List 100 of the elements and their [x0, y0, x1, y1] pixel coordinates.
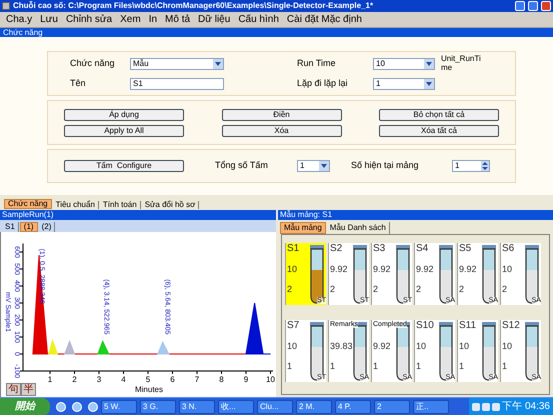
tab[interactable]: Chức năng [4, 199, 52, 209]
tube-value: 10 [287, 265, 298, 274]
tube-value: 10 [287, 342, 298, 351]
tube-count: 1 [287, 362, 292, 371]
tube-label: S11 [459, 321, 476, 331]
minimize-icon[interactable] [515, 1, 525, 11]
menu-item[interactable]: Xem [120, 14, 141, 24]
tube-count: 2 [416, 285, 422, 294]
field-label: Lặp đi lặp lại [297, 77, 349, 90]
repeat-select[interactable]: 1 [373, 78, 435, 90]
tick-label: 9 [244, 375, 248, 384]
tube-count: 1 [373, 362, 378, 371]
field-label: Run Time [297, 57, 337, 70]
run-time-select[interactable]: 10 [373, 58, 435, 70]
field-label: Chức năng [70, 57, 116, 70]
tick-label: 7 [194, 375, 200, 384]
dropdown-arrow-icon [424, 59, 434, 69]
menu-item[interactable]: Cha.y [6, 14, 32, 24]
field-label: Số hiện tại mảng [351, 159, 420, 172]
tube-label: S6 [502, 244, 514, 254]
tube-value: 9.92 [330, 265, 348, 274]
action-button[interactable]: Điền [222, 108, 342, 120]
menu-item[interactable]: Dữ liệu [198, 14, 230, 24]
tube-value: 10 [502, 265, 512, 274]
close-icon[interactable] [541, 1, 551, 11]
tick-label: 5 [146, 375, 150, 384]
tab[interactable]: (1) [20, 222, 38, 232]
taskbar-button[interactable]: 2 M. [296, 400, 332, 414]
tube-label: S1 [287, 244, 300, 254]
app-icon [2, 2, 10, 10]
taskbar-button[interactable]: 2 [374, 400, 410, 414]
ime-button[interactable]: 句 [6, 383, 21, 396]
restore-icon[interactable] [528, 1, 538, 11]
action-button[interactable]: Xóa tất cả [379, 124, 499, 136]
tube-count: 1 [416, 362, 422, 371]
tube-count: 2 [459, 285, 464, 294]
name-field[interactable]: S1 [130, 78, 224, 90]
menu-item[interactable]: Mô tả [165, 14, 190, 24]
tube-value: 10 [416, 342, 426, 351]
spinner-arrows-icon [481, 161, 489, 171]
action-button[interactable]: Bỏ chọn tất cả [379, 108, 499, 120]
tab[interactable]: Mẫu mảng [280, 222, 326, 234]
taskbar-button[interactable]: 4 P. [335, 400, 371, 414]
tube-label: S2 [330, 244, 342, 254]
panel-title: Mẫu mảng: S1 [278, 210, 553, 220]
unit-text: Unit_RunTime [441, 54, 482, 72]
field-label: Tổng số Tấm [215, 159, 269, 172]
tube-count: 2 [287, 285, 292, 294]
taskbar-button[interactable]: Clu... [257, 400, 293, 414]
function-select[interactable]: Mẫu [130, 58, 224, 70]
tube-value: 9.92 [373, 342, 391, 351]
tick-label: 1 [48, 375, 52, 384]
ime-button[interactable]: 半 [21, 383, 36, 396]
tube-count: 1 [502, 362, 508, 371]
tube-value: 9.92 [459, 265, 477, 274]
tube-label: S12 [502, 321, 520, 331]
tick-label: 3 [96, 375, 102, 384]
tube-value: 9.92 [373, 265, 391, 274]
tube-count: 2 [330, 285, 336, 294]
total-trays-select[interactable]: 1 [297, 160, 330, 172]
dropdown-arrow-icon [424, 79, 434, 89]
action-button[interactable]: Tấm Configure [64, 160, 184, 172]
action-button[interactable]: Áp dụng [64, 108, 184, 120]
taskbar-button[interactable]: 3 N. [179, 400, 215, 414]
tick-label: 2 [72, 375, 77, 384]
tube-value: 10 [502, 342, 512, 351]
tube-count: 2 [373, 285, 378, 294]
tube-value: 39.83 [330, 342, 353, 351]
menu-item[interactable]: Cài đặt Mặc định [286, 14, 362, 24]
start-button[interactable]: 開始 [0, 398, 50, 415]
menu-item[interactable]: Lưu [40, 14, 58, 24]
tube-label: S4 [416, 244, 428, 254]
tube-value: 10 [459, 342, 470, 351]
window-title: Chuỗi cao số: C:\Program Files\wbdc\ChromManager60\Examples\Single-Detector-Example_1* [13, 2, 374, 10]
tab[interactable]: Tiêu chuẩn [52, 201, 99, 209]
clock: 下午 04:36 [502, 402, 550, 412]
taskbar-button[interactable]: 5 W. [101, 400, 137, 414]
tube-count: 1 [459, 362, 464, 371]
dropdown-arrow-icon [213, 59, 223, 69]
menu-item[interactable]: Chỉnh sửa [66, 14, 112, 24]
tab[interactable]: Sửa đổi hồ sơ [142, 201, 200, 209]
tube-label: S10 [416, 321, 434, 331]
section-title: Chức năng [0, 28, 553, 37]
taskbar-button[interactable]: 正.. [413, 400, 449, 414]
tube-count: 1 [330, 362, 336, 371]
action-button[interactable]: Xóa [222, 124, 342, 136]
taskbar-button[interactable]: 收... [218, 400, 254, 414]
field-label: Tên [70, 77, 87, 90]
tube-value: 9.92 [416, 265, 434, 274]
dropdown-arrow-icon [319, 161, 329, 171]
action-button[interactable]: Apply to All [64, 124, 184, 136]
menu-item[interactable]: In [148, 14, 158, 24]
taskbar-button[interactable]: 3 G. [140, 400, 176, 414]
panel-title: SampleRun(1) [0, 210, 276, 220]
tick-label: 6 [170, 375, 175, 384]
current-tray-spinner[interactable]: 1 [452, 160, 490, 172]
menu-item[interactable]: Cấu hình [238, 14, 279, 24]
tube-label: S7 [287, 321, 300, 331]
tab[interactable]: Tính toán [100, 201, 141, 209]
tick-label: 4 [121, 375, 126, 384]
